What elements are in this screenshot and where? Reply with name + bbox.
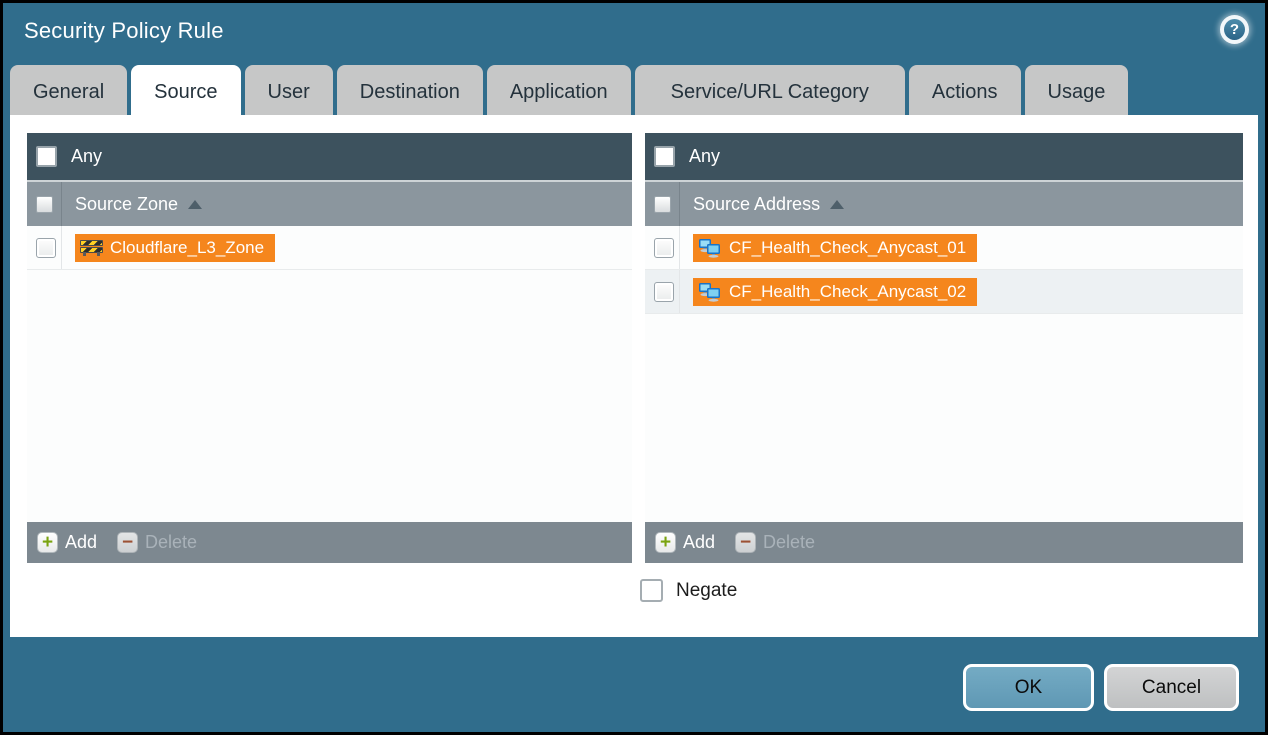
tab-user[interactable]: User [245, 65, 333, 117]
source-zone-table-body: Cloudflare_L3_Zone [27, 226, 632, 522]
source-zone-column-header[interactable]: Source Zone [27, 180, 632, 226]
source-zone-panel: Any Source Zone Cloudflare_L3_Zone [27, 133, 632, 563]
address-object-label: CF_Health_Check_Anycast_02 [729, 282, 966, 302]
sort-ascending-icon [188, 200, 202, 209]
title-bar: Security Policy Rule ? [3, 3, 1265, 65]
sort-ascending-icon [830, 200, 844, 209]
help-icon[interactable]: ? [1220, 15, 1249, 44]
network-host-icon [698, 238, 722, 258]
column-title: Source Zone [75, 194, 178, 215]
row-checkbox[interactable] [36, 238, 56, 258]
address-object-chip[interactable]: CF_Health_Check_Anycast_02 [693, 278, 977, 306]
security-policy-rule-dialog: Security Policy Rule ? General Source Us… [3, 3, 1265, 732]
negate-label: Negate [676, 580, 737, 602]
source-zone-any-row: Any [27, 133, 632, 180]
address-object-chip[interactable]: CF_Health_Check_Anycast_01 [693, 234, 977, 262]
table-row: CF_Health_Check_Anycast_01 [645, 226, 1243, 270]
source-address-column-header[interactable]: Source Address [645, 180, 1243, 226]
page-title: Security Policy Rule [24, 18, 224, 44]
tab-actions[interactable]: Actions [909, 65, 1021, 117]
tab-source[interactable]: Source [131, 65, 240, 121]
address-object-label: CF_Health_Check_Anycast_01 [729, 238, 966, 258]
source-tab-content: Any Source Zone Cloudflare_L3_Zone [10, 115, 1258, 637]
source-address-select-all-checkbox[interactable] [654, 196, 671, 213]
column-title: Source Address [693, 194, 820, 215]
source-address-toolbar: + Add − Delete [645, 522, 1243, 563]
tab-bar: General Source User Destination Applicat… [10, 65, 1128, 117]
plus-icon: + [655, 532, 676, 553]
any-label: Any [71, 146, 102, 167]
negate-checkbox[interactable] [640, 579, 663, 602]
tab-usage[interactable]: Usage [1025, 65, 1129, 117]
table-row: Cloudflare_L3_Zone [27, 226, 632, 270]
source-address-any-checkbox[interactable] [654, 146, 675, 167]
add-button[interactable]: + Add [37, 532, 97, 553]
delete-button: − Delete [735, 532, 815, 553]
zone-object-label: Cloudflare_L3_Zone [110, 238, 264, 258]
cancel-button[interactable]: Cancel [1104, 664, 1239, 711]
tab-general[interactable]: General [10, 65, 127, 117]
minus-icon: − [117, 532, 138, 553]
tab-application[interactable]: Application [487, 65, 631, 117]
table-row: CF_Health_Check_Anycast_02 [645, 270, 1243, 314]
network-host-icon [698, 282, 722, 302]
zone-barrier-icon [80, 239, 103, 256]
source-zone-any-checkbox[interactable] [36, 146, 57, 167]
zone-object-chip[interactable]: Cloudflare_L3_Zone [75, 234, 275, 262]
source-address-table-body: CF_Health_Check_Anycast_01 [645, 226, 1243, 522]
ok-button[interactable]: OK [963, 664, 1094, 711]
source-address-panel: Any Source Address [645, 133, 1243, 563]
delete-button: − Delete [117, 532, 197, 553]
source-zone-toolbar: + Add − Delete [27, 522, 632, 563]
add-button[interactable]: + Add [655, 532, 715, 553]
source-zone-select-all-checkbox[interactable] [36, 196, 53, 213]
row-checkbox[interactable] [654, 238, 674, 258]
row-checkbox[interactable] [654, 282, 674, 302]
any-label: Any [689, 146, 720, 167]
source-address-any-row: Any [645, 133, 1243, 180]
plus-icon: + [37, 532, 58, 553]
tab-service-url-category[interactable]: Service/URL Category [635, 65, 905, 117]
negate-row: Negate [640, 579, 737, 602]
minus-icon: − [735, 532, 756, 553]
tab-destination[interactable]: Destination [337, 65, 483, 117]
question-mark: ? [1224, 19, 1245, 40]
